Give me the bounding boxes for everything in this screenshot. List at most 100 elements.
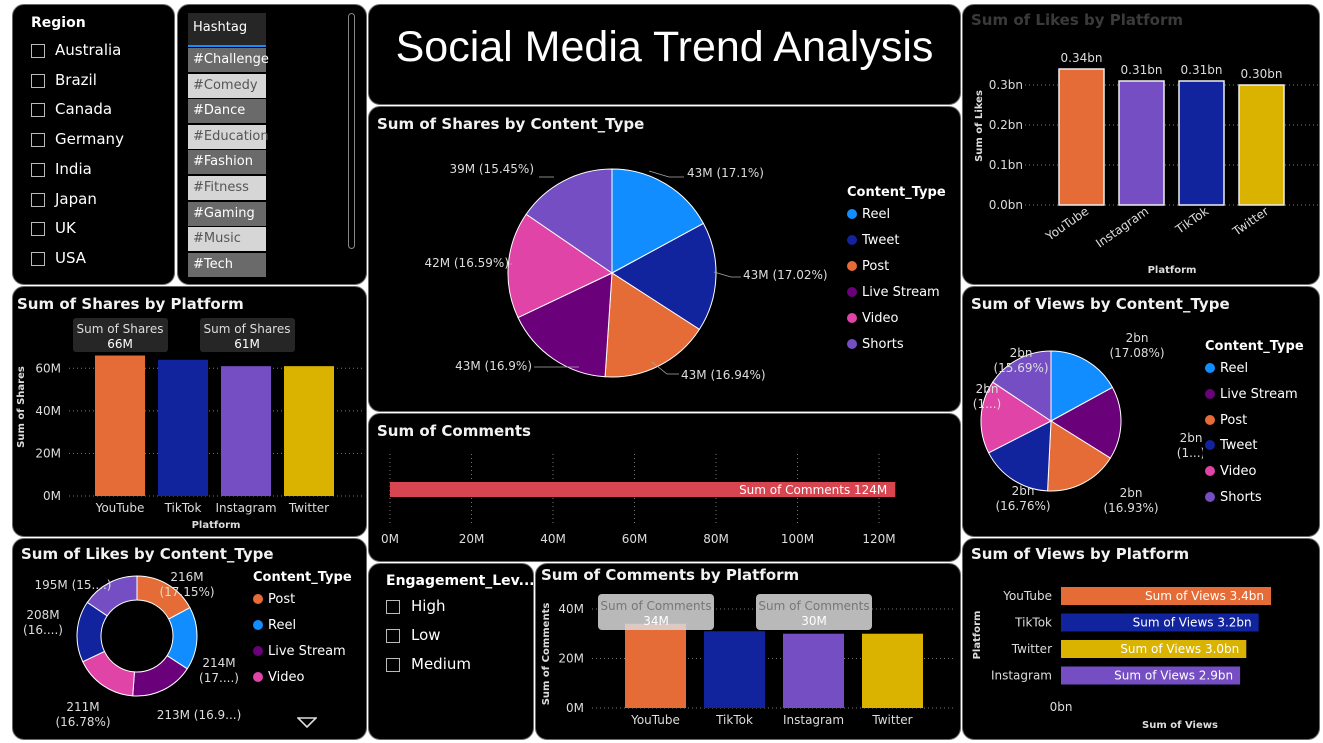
views-content-legend-item-post[interactable]: Post [1205,413,1247,428]
shares-content-data-label: 42M (16.59%) [424,256,509,270]
likes-by-content-chart[interactable]: 216M(17.15%) 214M(17....) 213M (16.9...) 21… [13,539,253,739]
likes-content-legend-item-live-stream[interactable]: Live Stream [253,644,346,659]
hashtag-option-music[interactable]: #Music [188,227,266,252]
checkbox-icon[interactable] [31,222,45,237]
views-content-legend-item-shorts[interactable]: Shorts [1205,490,1262,505]
views-content-data-label: 2bn [976,382,999,396]
shares-platform-xtick-label: Instagram [215,501,276,515]
likes-content-data-label: (17.15%) [159,585,214,599]
shares-content-legend-item-post[interactable]: Post [847,259,889,274]
likes-by-platform-chart[interactable]: 0.0bn 0.1bn 0.2bn 0.3bn YouTube 0.34bn Instagr… [963,5,1319,284]
likes-content-legend-label: Video [268,670,305,685]
region-option-label: Canada [55,100,113,119]
comments-by-platform-panel: Sum of Comments by Platform 0M 20M 40M YouT… [535,563,961,740]
shares-content-legend-item-video[interactable]: Video [847,311,898,326]
views-content-legend-item-live-stream[interactable]: Live Stream [1205,387,1298,402]
views-platform-xlabel: Sum of Views [1142,720,1218,731]
checkbox-icon[interactable] [31,44,45,58]
engagement-option-low[interactable]: Low [386,626,516,647]
legend-dot-icon [253,646,263,656]
legend-scroll-down-icon[interactable] [297,717,317,729]
hashtag-option-tech[interactable]: #Tech [188,252,266,277]
legend-dot-icon [253,594,263,604]
views-content-legend-item-video[interactable]: Video [1205,464,1256,479]
hashtag-option-comedy[interactable]: #Comedy [188,73,266,98]
legend-dot-icon [847,209,857,219]
shares-content-legend-item-reel[interactable]: Reel [847,207,890,222]
hashtag-option-education[interactable]: #Education [188,124,269,149]
hashtag-option-dance[interactable]: #Dance [188,99,266,124]
comments-by-platform-chart[interactable]: 0M20M40MYouTube TikTok Instagram TwitterSum… [536,564,960,739]
hashtag-option-fashion[interactable]: #Fashion [188,150,266,175]
hashtag-slicer: Hashtag #Challenge #Comedy #Dance #Educatio… [177,4,367,285]
likes-content-legend-item-post[interactable]: Post [253,592,295,607]
likes-content-legend-item-video[interactable]: Video [253,670,304,685]
views-content-legend-item-tweet[interactable]: Tweet [1205,438,1258,453]
views-content-legend-item-reel[interactable]: Reel [1205,361,1248,376]
views-content-data-label: (1...) [1177,446,1203,460]
legend-dot-icon [253,620,263,630]
views-by-content-panel: Sum of Views by Content_Type 2bn (17.08%)… [962,286,1320,537]
likes-platform-data-label: 0.30bn [1241,67,1283,81]
region-option-india[interactable]: India [31,159,166,181]
shares-content-data-label: 43M (16.9%) [455,359,532,373]
comments-tooltip-label: Sum of Comments [758,599,869,613]
likes-content-legend-item-reel[interactable]: Reel [253,618,296,633]
checkbox-icon[interactable] [31,162,45,177]
checkbox-icon[interactable] [386,600,400,614]
region-option-label: Japan [55,189,97,208]
region-option-japan[interactable]: Japan [31,189,166,211]
likes-platform-bar-youtube [1058,68,1105,206]
engagement-option-high[interactable]: High [386,597,516,618]
region-option-label: Brazil [55,70,97,89]
region-option-germany[interactable]: Germany [31,130,166,151]
hashtag-header[interactable]: Hashtag [188,13,266,47]
region-option-canada[interactable]: Canada [31,100,166,121]
shares-content-data-label: 43M (16.94%) [681,368,766,382]
region-option-brazil[interactable]: Brazil [31,70,166,92]
checkbox-icon[interactable] [31,103,45,118]
likes-platform-ytick-label: 0.3bn [989,78,1023,92]
checkbox-icon[interactable] [31,133,45,148]
views-platform-bar-label: Sum of Views 3.2bn [1133,616,1252,630]
region-option-uk[interactable]: UK [31,219,166,240]
checkbox-icon[interactable] [31,251,45,266]
comments-platform-bar-youtube [625,623,686,708]
checkbox-icon[interactable] [386,658,400,672]
checkbox-icon[interactable] [31,73,45,88]
hashtag-option-fitness[interactable]: #Fitness [188,176,266,200]
checkbox-icon[interactable] [386,629,400,643]
likes-platform-xtick-label: TikTok [1172,204,1211,237]
views-content-data-label: (17.08%) [1109,346,1164,360]
shares-by-content-chart[interactable]: 43M (17.1%) 43M (17.02%) 43M (16.94%) 43M (… [369,107,839,411]
likes-platform-data-label: 0.34bn [1061,51,1103,65]
region-option-usa[interactable]: USA [31,249,166,270]
views-content-legend-label: Video [1220,464,1257,480]
comments-total-bar-label: Sum of Comments 124M [739,483,887,497]
engagement-option-label: Low [411,626,441,644]
hashtag-scrollbar[interactable] [348,13,355,249]
region-option-label: India [55,159,92,178]
comments-total-chart[interactable]: 0M 20M 40M 60M 80M 100M 120M Sum of Comments 12… [369,414,960,561]
views-by-content-chart[interactable]: 2bn(17.08%)2bn(1...)2bn(16.93%)2bn(16.76… [963,287,1203,536]
shares-by-platform-chart[interactable]: 0M 20M 40M 60M YouTube TikTok Instagram Twitter… [13,287,366,536]
engagement-option-medium[interactable]: Medium [386,655,516,676]
region-option-australia[interactable]: Australia [31,41,166,62]
comments-platform-ytick-label: 0M [566,701,584,715]
likes-platform-ytick-label: 0.2bn [989,118,1023,132]
shares-content-legend-item-shorts[interactable]: Shorts [847,337,904,352]
hashtag-option-gaming[interactable]: #Gaming [188,201,266,226]
views-by-platform-chart[interactable]: YouTube Sum of Views 3.4bnTikTok Sum of Vi… [963,539,1319,739]
views-platform-ytick-label: YouTube [1002,589,1052,603]
comments-platform-xtick-label: TikTok [715,713,753,727]
shares-content-legend-item-live-stream[interactable]: Live Stream [847,285,940,300]
comments-total-xtick-label: 100M [781,532,814,546]
comments-total-xtick-label: 120M [862,532,895,546]
likes-platform-data-label: 0.31bn [1121,63,1163,77]
hashtag-option-challenge[interactable]: #Challenge [188,48,269,72]
shares-platform-xtick-label: TikTok [164,501,202,515]
views-platform-xtick-label: 0bn [1050,700,1073,714]
checkbox-icon[interactable] [31,192,45,207]
legend-dot-icon [847,339,857,349]
shares-content-legend-item-tweet[interactable]: Tweet [847,233,900,248]
